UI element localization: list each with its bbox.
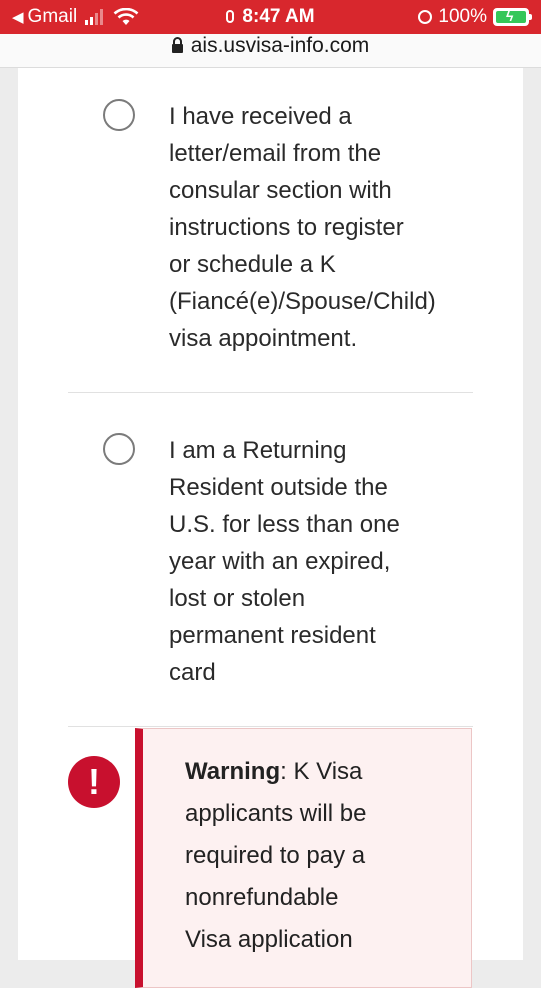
option-label-line: permanent resident — [169, 622, 376, 649]
warning-line: applicants will be — [185, 800, 367, 827]
warning-text: Warning: K Visa applicants will be requi… — [185, 751, 455, 961]
option-label-line: I am a Returning — [169, 437, 347, 464]
option-label-line: I have received a — [169, 103, 352, 130]
battery-icon: ϟ — [493, 8, 532, 26]
option-label-line: card — [169, 659, 216, 686]
option-label-line: (Fiancé(e)/Spouse/Child) — [169, 288, 436, 315]
warning-line: nonrefundable — [185, 884, 339, 911]
option-label-line: Resident outside the — [169, 474, 388, 501]
page-content: I have received a letter/email from the … — [18, 68, 523, 988]
radio-button[interactable] — [103, 433, 135, 465]
option-label-line: or schedule a K — [169, 251, 336, 278]
charging-bolt-icon: ϟ — [506, 8, 514, 24]
clock: 8:47 AM — [242, 6, 315, 27]
divider — [68, 726, 473, 727]
option-label-line: visa appointment. — [169, 325, 358, 352]
option-label[interactable]: I have received a letter/email from the … — [169, 98, 469, 357]
lock-icon — [171, 37, 183, 53]
divider — [68, 392, 473, 393]
address-bar[interactable]: ais.usvisa-info.com — [0, 34, 541, 68]
battery-percent: 100% — [438, 6, 487, 27]
warning-line: Visa application — [185, 926, 353, 953]
option-label-line: instructions to register — [169, 214, 404, 241]
warning-box: Warning: K Visa applicants will be requi… — [135, 728, 472, 988]
url-text[interactable]: ais.usvisa-info.com — [191, 34, 370, 57]
radio-button[interactable] — [103, 99, 135, 131]
warning-line: required to pay a — [185, 842, 366, 869]
orientation-lock-icon — [418, 10, 433, 24]
option-label-line: letter/email from the — [169, 140, 382, 167]
warning-line: : K Visa — [280, 758, 363, 785]
status-bar-right: 100% ϟ — [418, 6, 532, 28]
status-bar: ◀ Gmail 8:47 AM 100% ϟ — [0, 0, 541, 34]
option-label[interactable]: I am a Returning Resident outside the U.… — [169, 432, 469, 691]
warning-title: Warning — [185, 758, 281, 785]
microphone-icon — [226, 10, 235, 23]
option-label-line: year with an expired, — [169, 548, 391, 575]
option-label-line: consular section with — [169, 177, 392, 204]
warning-icon: ! — [68, 756, 120, 808]
option-label-line: U.S. for less than one — [169, 511, 400, 538]
option-label-line: lost or stolen — [169, 585, 306, 612]
